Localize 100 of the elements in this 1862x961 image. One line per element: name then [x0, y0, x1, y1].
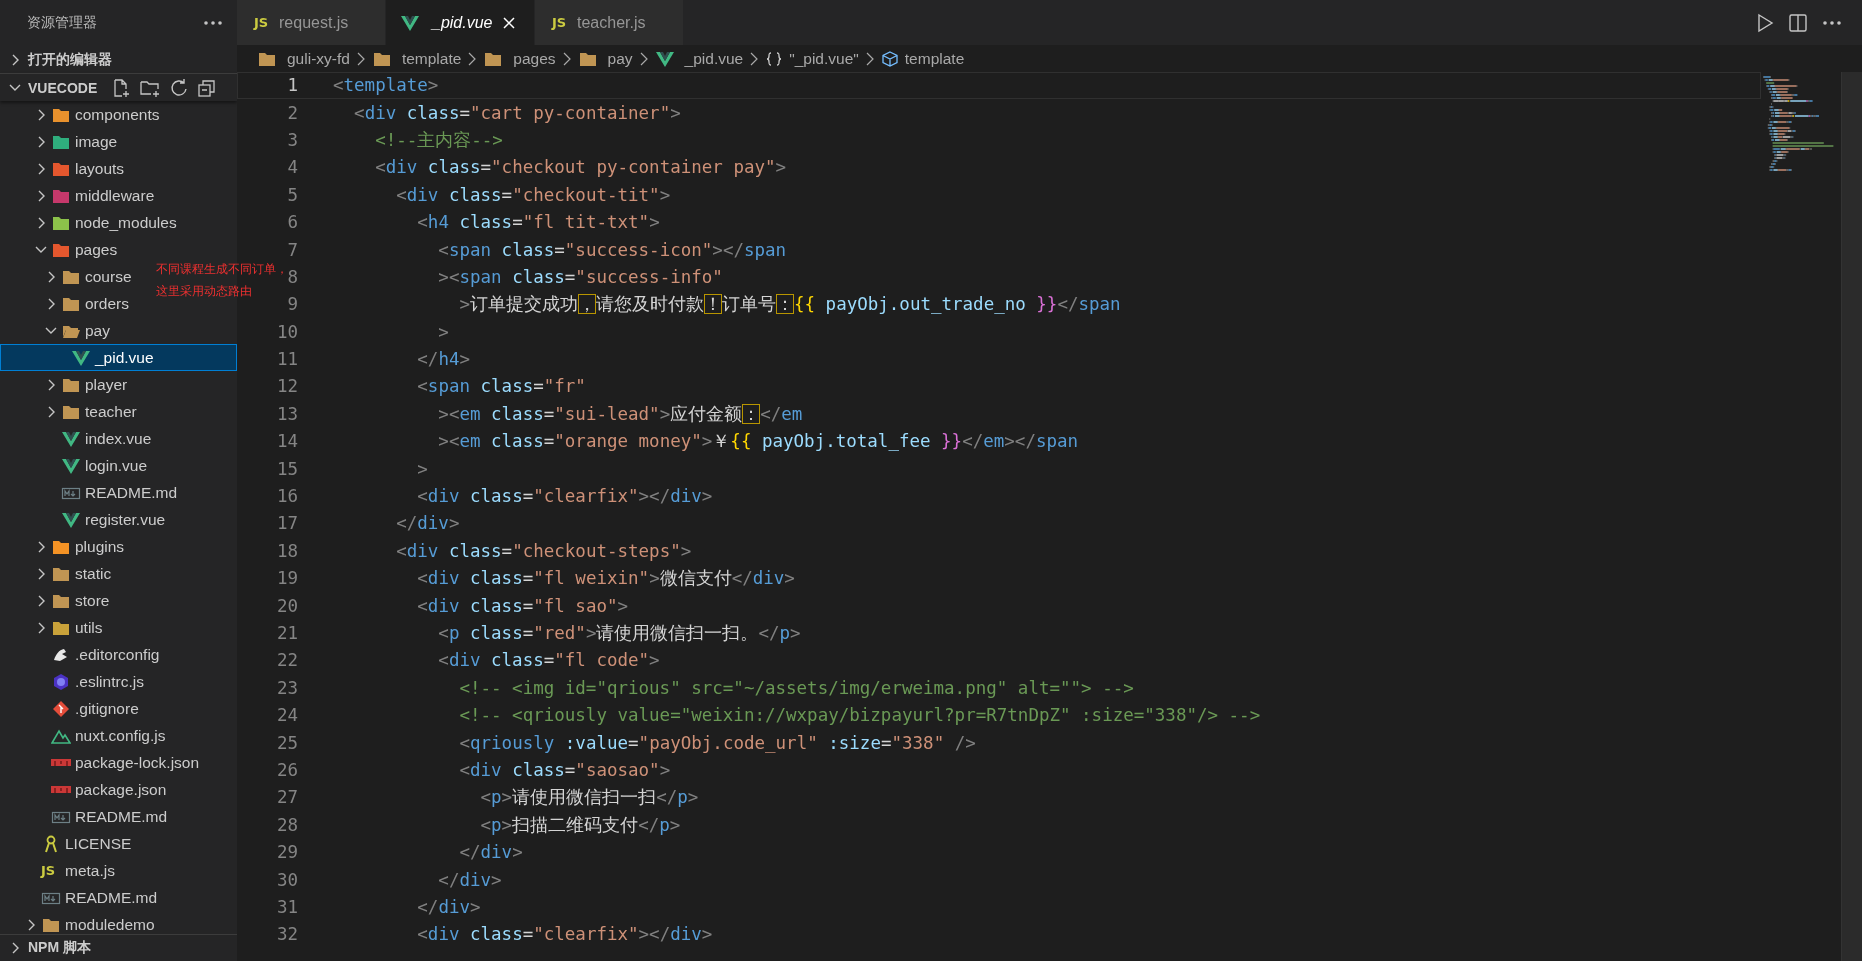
tree-item[interactable]: store — [0, 587, 115, 614]
npm-file-icon — [51, 759, 71, 766]
tree-item[interactable]: package.json — [0, 776, 172, 803]
code-line: <div class="checkout-tit"> — [396, 183, 671, 207]
editor-tab[interactable]: JS request.js — [237, 0, 386, 45]
tree-item[interactable]: orders — [0, 290, 134, 317]
tree-item[interactable]: login.vue — [0, 452, 153, 479]
more-icon[interactable] — [203, 20, 223, 26]
code-line: </div> — [459, 841, 523, 865]
tree-item[interactable]: plugins — [0, 533, 130, 560]
js-file-icon: JS — [549, 15, 569, 30]
tree-item[interactable]: components — [0, 101, 165, 128]
tree-item[interactable]: index.vue — [0, 425, 157, 452]
vue-file-icon — [71, 348, 91, 367]
code-line: <!-- <img id="qrious" src="~/assets/img/erweima.png" alt=""> --> — [459, 676, 1134, 700]
tree-item[interactable]: README.md — [0, 803, 173, 830]
tree-item[interactable]: layouts — [0, 155, 130, 182]
code-line: </div> — [417, 895, 481, 919]
section-header[interactable]: NPM 脚本 — [0, 934, 237, 961]
js-file-icon: JS — [41, 863, 61, 878]
new-file-icon[interactable] — [111, 77, 131, 98]
tree-item[interactable]: pages — [0, 236, 123, 263]
code-line: <div class="fl weixin">微信支付</div> — [417, 567, 795, 591]
cube-icon — [880, 49, 899, 68]
breadcrumb-item[interactable]: _pid.vue — [684, 49, 744, 68]
section-header[interactable]: 打开的编辑器 — [0, 46, 237, 73]
code-line: <div class="clearfix"></div> — [417, 485, 713, 509]
chevron-icon — [638, 50, 649, 67]
tree-item[interactable]: _pid.vue — [0, 344, 237, 371]
tree-item[interactable]: .gitignore — [0, 695, 144, 722]
code-line: <p>扫描二维码支付</p> — [480, 813, 681, 837]
vue-file-icon — [61, 429, 81, 448]
tree-item[interactable]: register.vue — [0, 506, 171, 533]
breadcrumb-item[interactable]: guli-xy-fd — [287, 49, 350, 68]
code-line: > — [438, 320, 449, 344]
line-number: 9 — [287, 293, 298, 317]
line-number: 31 — [276, 895, 298, 919]
tree-item[interactable]: player — [0, 371, 133, 398]
breadcrumb-item[interactable]: pay — [607, 49, 633, 68]
line-number: 32 — [276, 923, 298, 947]
close-icon[interactable] — [502, 15, 516, 30]
section-header[interactable]: VUECODE — [0, 73, 237, 101]
code-line: <div class="cart py-container"> — [354, 101, 681, 125]
tree-item[interactable]: .editorconfig — [0, 641, 165, 668]
tree-item[interactable]: pay — [0, 317, 115, 344]
code-line: <div class="fl code"> — [438, 649, 660, 673]
tree-item[interactable]: LICENSE — [0, 830, 137, 857]
tree-item[interactable]: README.md — [0, 479, 183, 506]
breadcrumb-item[interactable]: "_pid.vue" — [789, 49, 859, 68]
eslint-file-icon — [51, 672, 71, 691]
code-line: </h4> — [417, 348, 470, 372]
code-line: </div> — [396, 512, 460, 536]
tree-item[interactable]: package-lock.json — [0, 749, 205, 776]
tree-item[interactable]: moduledemo — [0, 911, 160, 934]
tree-item[interactable]: node_modules — [0, 209, 182, 236]
chevron-icon — [864, 50, 875, 67]
breadcrumb-item[interactable]: pages — [513, 49, 556, 68]
line-number: 20 — [276, 594, 298, 618]
vue-file-icon — [61, 510, 81, 529]
annotation-text: 不同课程生成不同订单， 这里采用动态路由 — [156, 261, 288, 300]
tree-item[interactable]: course — [0, 263, 137, 290]
line-number: 6 — [287, 211, 298, 235]
line-number: 5 — [287, 183, 298, 207]
breadcrumb-item[interactable]: template — [401, 49, 462, 68]
line-number: 25 — [276, 731, 298, 755]
line-number: 1 — [287, 74, 298, 98]
collapse-all-icon[interactable] — [197, 77, 217, 98]
tree-item[interactable]: README.md — [0, 884, 163, 911]
tree-item[interactable]: teacher — [0, 398, 142, 425]
line-number: 23 — [276, 676, 298, 700]
code-line: <p>请使用微信扫一扫</p> — [480, 786, 699, 810]
line-number: 15 — [276, 457, 298, 481]
tree-item[interactable]: image — [0, 128, 123, 155]
editor-tab[interactable]: _pid.vue — [386, 0, 535, 45]
code-line: <h4 class="fl tit-txt"> — [417, 211, 660, 235]
tree-item[interactable]: static — [0, 560, 117, 587]
line-number: 17 — [276, 512, 298, 536]
editor-tab[interactable]: JS teacher.js — [535, 0, 684, 45]
line-number: 3 — [287, 128, 298, 152]
code-line: <p class="red">请使用微信扫一扫。</p> — [438, 622, 801, 645]
line-number: 22 — [276, 649, 298, 673]
split-editor-icon[interactable] — [1788, 12, 1808, 33]
chevron-icon — [749, 50, 760, 67]
tree-item[interactable]: utils — [0, 614, 108, 641]
tree-item[interactable]: .eslintrc.js — [0, 668, 149, 695]
tree-item[interactable]: JS meta.js — [0, 857, 120, 884]
code-line: <div class="checkout py-container pay"> — [375, 156, 787, 180]
breadcrumb-item[interactable]: template — [904, 49, 965, 68]
chevron-icon — [355, 50, 366, 67]
refresh-icon[interactable] — [169, 77, 189, 98]
tree-item[interactable]: nuxt.config.js — [0, 722, 171, 749]
line-number: 10 — [276, 320, 298, 344]
line-number: 4 — [287, 156, 298, 180]
code-line: </div> — [438, 868, 502, 892]
line-number: 27 — [276, 786, 298, 810]
more-icon[interactable] — [1822, 19, 1842, 26]
line-number: 26 — [276, 758, 298, 782]
play-icon[interactable] — [1756, 12, 1774, 33]
vue-file-icon — [654, 49, 675, 68]
tree-item[interactable]: middleware — [0, 182, 160, 209]
